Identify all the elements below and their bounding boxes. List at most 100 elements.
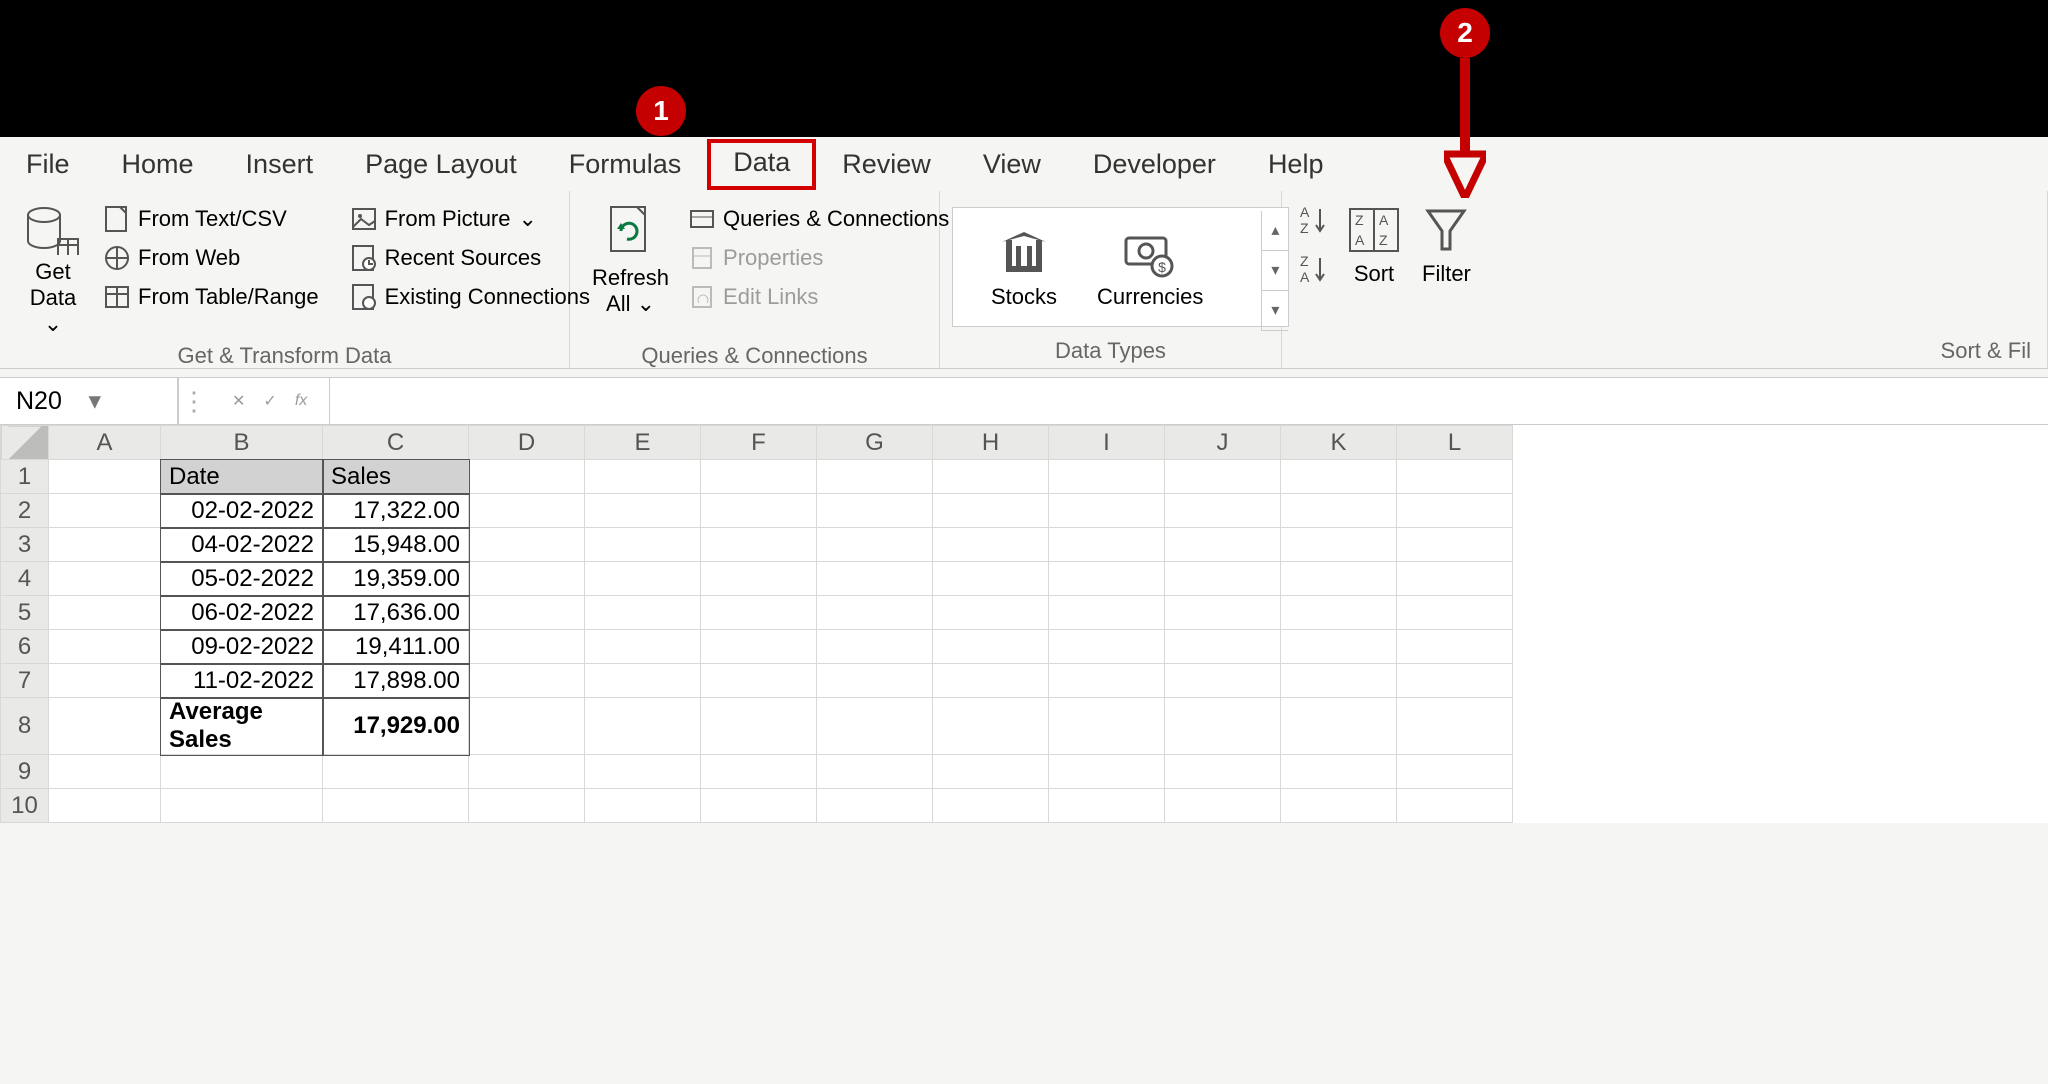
cell-C7[interactable]: 17,898.00 xyxy=(323,664,469,698)
stocks-button[interactable]: Stocks xyxy=(991,232,1057,310)
from-table-range-button[interactable]: From Table/Range xyxy=(94,279,329,315)
col-C[interactable]: C xyxy=(323,426,469,460)
tab-developer[interactable]: Developer xyxy=(1067,141,1242,188)
queries-icon xyxy=(689,205,715,233)
cell-C1[interactable]: Sales xyxy=(323,460,469,494)
refresh-all-label: RefreshAll ⌄ xyxy=(592,265,669,317)
col-F[interactable]: F xyxy=(701,426,817,460)
sheet-grid: A B C D E F G H I J K L 1 DateSales 2 02-0… xyxy=(0,425,2048,823)
table-icon xyxy=(104,283,130,311)
cell-C5[interactable]: 17,636.00 xyxy=(323,596,469,630)
filter-icon xyxy=(1422,203,1470,257)
row-10[interactable]: 10 xyxy=(1,789,49,823)
tab-help[interactable]: Help xyxy=(1242,141,1350,188)
sort-asc-icon: A Z xyxy=(1298,203,1332,235)
cell-B5[interactable]: 06-02-2022 xyxy=(161,596,323,630)
cell-B1[interactable]: Date xyxy=(161,460,323,494)
cell-C3[interactable]: 15,948.00 xyxy=(323,528,469,562)
row-4[interactable]: 4 xyxy=(1,562,49,596)
queries-connections-button[interactable]: Queries & Connections xyxy=(679,201,959,237)
sort-asc-button[interactable]: A Z xyxy=(1298,203,1332,240)
group-label-data-types: Data Types xyxy=(952,338,1269,364)
properties-icon xyxy=(689,244,715,272)
tab-review[interactable]: Review xyxy=(816,141,957,188)
col-E[interactable]: E xyxy=(585,426,701,460)
recent-sources-button[interactable]: Recent Sources xyxy=(341,240,600,276)
cell-B4[interactable]: 05-02-2022 xyxy=(161,562,323,596)
edit-links-button: Edit Links xyxy=(679,279,959,315)
cell-C4[interactable]: 19,359.00 xyxy=(323,562,469,596)
tab-insert[interactable]: Insert xyxy=(220,141,340,188)
currencies-button[interactable]: $ Currencies xyxy=(1097,232,1203,310)
col-D[interactable]: D xyxy=(469,426,585,460)
col-K[interactable]: K xyxy=(1281,426,1397,460)
tab-file[interactable]: File xyxy=(0,141,96,188)
from-picture-button[interactable]: From Picture ⌄ xyxy=(341,201,600,237)
web-icon xyxy=(104,244,130,272)
filter-button[interactable]: Filter xyxy=(1412,197,1481,287)
row-9[interactable]: 9 xyxy=(1,755,49,789)
cell-C6[interactable]: 19,411.00 xyxy=(323,630,469,664)
sort-desc-button[interactable]: Z A xyxy=(1298,252,1332,289)
cell-B8[interactable]: Average Sales xyxy=(161,698,323,755)
drag-handle[interactable]: ⋮ xyxy=(178,386,210,417)
cell-B7[interactable]: 11-02-2022 xyxy=(161,664,323,698)
fx-icon[interactable]: fx xyxy=(295,392,307,410)
sort-desc-icon: Z A xyxy=(1298,252,1332,284)
svg-text:A: A xyxy=(1379,212,1389,228)
group-queries: RefreshAll ⌄ Queries & Connections Prope… xyxy=(570,191,940,368)
from-web-button[interactable]: From Web xyxy=(94,240,329,276)
col-A[interactable]: A xyxy=(49,426,161,460)
connections-icon xyxy=(351,283,377,311)
col-H[interactable]: H xyxy=(933,426,1049,460)
refresh-icon xyxy=(605,203,657,261)
svg-text:Z: Z xyxy=(1300,253,1309,269)
recent-icon xyxy=(351,244,377,272)
cell-C2[interactable]: 17,322.00 xyxy=(323,494,469,528)
refresh-all-button[interactable]: RefreshAll ⌄ xyxy=(582,197,679,337)
group-label-get-transform: Get & Transform Data xyxy=(12,343,557,369)
existing-connections-button[interactable]: Existing Connections xyxy=(341,279,600,315)
col-J[interactable]: J xyxy=(1165,426,1281,460)
cell-B3[interactable]: 04-02-2022 xyxy=(161,528,323,562)
col-L[interactable]: L xyxy=(1397,426,1513,460)
tab-data[interactable]: Data xyxy=(707,139,816,190)
tab-home[interactable]: Home xyxy=(96,141,220,188)
sort-button[interactable]: Z A A Z Sort xyxy=(1336,197,1412,287)
filter-label: Filter xyxy=(1422,261,1471,287)
cancel-icon: ✕ xyxy=(232,391,245,411)
get-data-button[interactable]: GetData ⌄ xyxy=(12,197,94,337)
tab-page-layout[interactable]: Page Layout xyxy=(339,141,543,188)
group-get-transform: GetData ⌄ From Text/CSV From Web From Ta… xyxy=(0,191,570,368)
col-G[interactable]: G xyxy=(817,426,933,460)
col-I[interactable]: I xyxy=(1049,426,1165,460)
cell-C8[interactable]: 17,929.00 xyxy=(323,698,469,755)
row-5[interactable]: 5 xyxy=(1,596,49,630)
cell-B2[interactable]: 02-02-2022 xyxy=(161,494,323,528)
row-6[interactable]: 6 xyxy=(1,630,49,664)
group-sort-filter: A Z Z A xyxy=(1282,191,2048,368)
tab-formulas[interactable]: Formulas xyxy=(543,141,708,188)
row-3[interactable]: 3 xyxy=(1,528,49,562)
formula-input[interactable] xyxy=(330,378,2048,424)
sort-icon: Z A A Z xyxy=(1346,203,1402,257)
grid-table[interactable]: A B C D E F G H I J K L 1 DateSales 2 02-0… xyxy=(0,425,1513,823)
row-2[interactable]: 2 xyxy=(1,494,49,528)
tab-view[interactable]: View xyxy=(957,141,1067,188)
row-8[interactable]: 8 xyxy=(1,698,49,755)
chevron-down-icon[interactable]: ▾ xyxy=(89,386,162,416)
name-box[interactable]: N20 ▾ xyxy=(0,378,178,424)
svg-text:A: A xyxy=(1300,269,1310,284)
from-text-csv-button[interactable]: From Text/CSV xyxy=(94,201,329,237)
select-all-corner[interactable] xyxy=(1,426,49,460)
text-csv-icon xyxy=(104,205,130,233)
data-types-gallery: Stocks $ Currencies ▴ ▾ xyxy=(952,207,1289,327)
link-icon xyxy=(689,283,715,311)
row-7[interactable]: 7 xyxy=(1,664,49,698)
annotation-arrow-icon xyxy=(1444,58,1486,198)
cell-B6[interactable]: 09-02-2022 xyxy=(161,630,323,664)
svg-text:$: $ xyxy=(1158,259,1166,275)
col-B[interactable]: B xyxy=(161,426,323,460)
ribbon-tabs: File Home Insert Page Layout Formulas Da… xyxy=(0,137,2048,191)
row-1[interactable]: 1 xyxy=(1,460,49,494)
